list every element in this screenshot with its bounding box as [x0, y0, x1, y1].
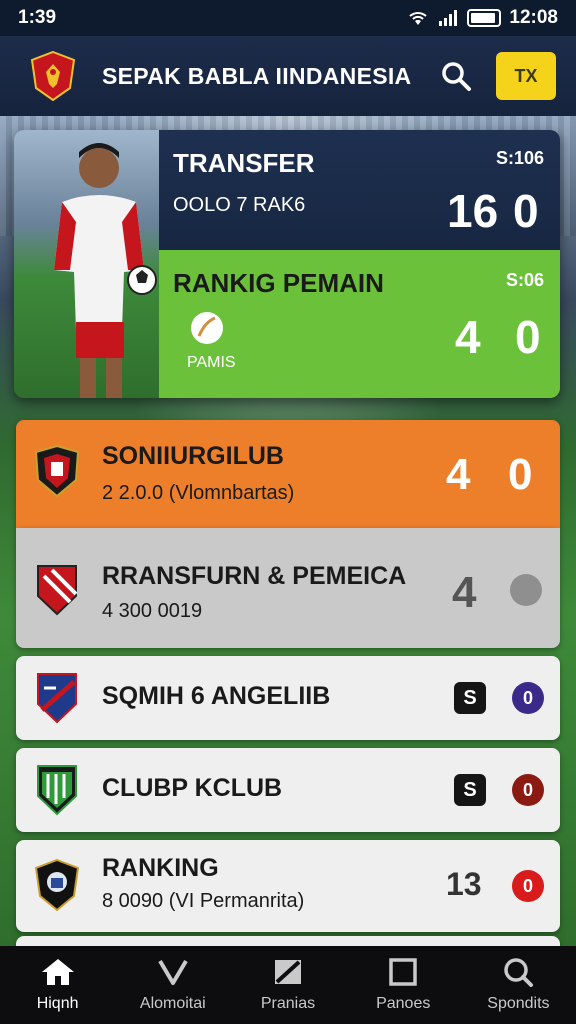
nav-panoes-label: Panoes	[376, 995, 431, 1012]
wifi-icon	[409, 12, 428, 25]
tx-button[interactable]: TX	[496, 52, 556, 100]
nav-panoes[interactable]: Panoes	[346, 946, 461, 1024]
match-score-away: 0	[512, 774, 544, 806]
nav-pranias-label: Pranias	[260, 995, 316, 1012]
match-name: SONIIURGILUB	[102, 442, 284, 470]
club-badge-icon	[34, 858, 80, 912]
chevron-down-icon	[158, 959, 188, 985]
search-icon	[442, 62, 471, 91]
ball-icon	[191, 312, 223, 344]
match-name: SQMIH 6 ANGELIIB	[102, 682, 331, 710]
match-subtitle: 8 0090 (VI Permanrita)	[102, 890, 305, 912]
garuda-logo-icon	[30, 50, 76, 102]
ranking-score-away: 0	[515, 311, 541, 363]
match-score-home: 4	[452, 568, 477, 617]
app-header: SEPAK BABLA IINDANESIA TX	[0, 36, 576, 116]
match-row[interactable]: CLUBP KCLUB S 0	[16, 748, 560, 832]
ranking-score-home: 4	[455, 311, 481, 363]
search-button[interactable]	[436, 56, 476, 96]
match-score-away: 0	[508, 450, 533, 499]
status-bar: 1:39 12:08	[0, 0, 576, 36]
transfer-score-away: 0	[513, 185, 539, 237]
club-badge-icon	[37, 673, 77, 724]
club-badge-icon	[37, 765, 77, 816]
card-icon	[275, 960, 301, 984]
nav-alomoitai-label: Alomoitai	[139, 995, 206, 1012]
match-score-home: S	[454, 682, 486, 714]
match-row[interactable]: RRANSFURN & PEMEICA 4 300 0019 4 0	[16, 528, 560, 648]
app-title: SEPAK BABLA IINDANESIA	[102, 62, 412, 89]
square-icon	[389, 958, 417, 986]
club-badge-icon	[37, 565, 78, 616]
nav-spondits[interactable]: Spondits	[461, 946, 576, 1024]
match-score-home: 4	[446, 450, 471, 499]
nav-spondits-label: Spondits	[487, 995, 550, 1012]
status-clock: 12:08	[509, 7, 558, 28]
battery-icon	[467, 9, 502, 27]
match-row[interactable]: SONIIURGILUB 2 2.0.0 (Vlomnbartas) 4 0	[16, 420, 560, 528]
match-subtitle: 2 2.0.0 (Vlomnbartas)	[102, 482, 295, 504]
ranking-title: RANKIG PEMAIN	[173, 268, 384, 298]
ranking-code: S:06	[505, 270, 544, 290]
bottom-navigation: Hiqnh Alomoitai Pranias Panoes Spondits	[0, 946, 576, 1024]
player-photo	[14, 130, 159, 398]
hero-card[interactable]: TRANSFER OOLO 7 RAK6 S:106 16 0 RANKIG P…	[14, 130, 560, 398]
club-badge-icon	[34, 444, 80, 498]
transfer-code: S:106	[495, 148, 544, 168]
match-score-home: 13	[446, 866, 482, 902]
nav-alomoitai[interactable]: Alomoitai	[115, 946, 230, 1024]
signal-icon	[439, 10, 458, 26]
match-score-away: 0	[512, 682, 544, 714]
match-subtitle: 4 300 0019	[102, 600, 203, 622]
home-icon	[41, 959, 74, 985]
nav-pranias[interactable]: Pranias	[230, 946, 345, 1024]
transfer-panel[interactable]: TRANSFER OOLO 7 RAK6 S:106 16 0	[159, 130, 560, 250]
transfer-subtitle: OOLO 7 RAK6	[173, 194, 306, 216]
match-name: CLUBP KCLUB	[102, 774, 283, 802]
match-score-home: S	[454, 774, 486, 806]
status-time: 1:39	[18, 7, 57, 28]
transfer-title: TRANSFER	[173, 148, 315, 178]
ranking-panel[interactable]: RANKIG PEMAIN PAMIS S:06 4 0	[159, 250, 560, 398]
tx-button-label: TX	[514, 65, 538, 86]
match-name: RRANSFURN & PEMEICA	[102, 562, 407, 590]
nav-home[interactable]: Hiqnh	[0, 946, 115, 1024]
match-score-away: 0	[512, 870, 544, 902]
match-row[interactable]: SQMIH 6 ANGELIIB S 0	[16, 656, 560, 740]
search-icon	[504, 958, 534, 987]
ranking-subtitle: PAMIS	[187, 354, 236, 371]
match-row[interactable]: RANKING 8 0090 (VI Permanrita) 13 0	[16, 840, 560, 932]
nav-home-label: Hiqnh	[36, 995, 79, 1012]
match-name: RANKING	[102, 854, 219, 882]
match-score-away: 0	[510, 574, 542, 606]
transfer-score-home: 16	[447, 185, 499, 237]
